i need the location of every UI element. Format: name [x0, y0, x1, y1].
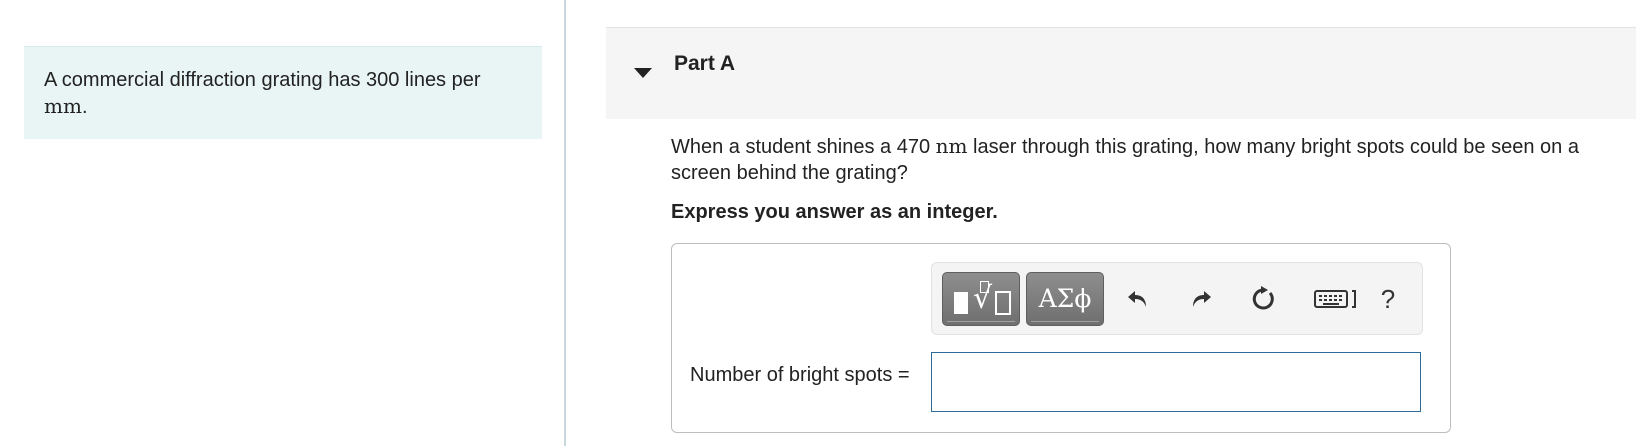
part-a-header[interactable]: Part A	[606, 27, 1636, 119]
greek-symbols-label: ΑΣϕ	[1038, 284, 1092, 313]
intro-period: .	[81, 96, 88, 118]
question-unit: nm	[935, 134, 968, 158]
reset-icon[interactable]	[1243, 277, 1283, 321]
answer-instruction: Express you answer as an integer.	[671, 201, 998, 223]
greek-symbols-button[interactable]: ΑΣϕ	[1026, 272, 1104, 326]
panel-divider	[564, 0, 566, 446]
keyboard-icon[interactable]	[1309, 277, 1365, 321]
redo-icon[interactable]	[1181, 277, 1221, 321]
problem-intro-box: A commercial diffraction grating has 300…	[24, 46, 542, 139]
question-text: When a student shines a 470 nm laser thr…	[671, 133, 1631, 186]
answer-box: √ ΑΣϕ ? Number of bright spots =	[671, 243, 1451, 433]
help-button[interactable]: ?	[1368, 277, 1408, 321]
intro-text: A commercial diffraction grating has 300…	[44, 69, 481, 91]
collapse-triangle-icon[interactable]	[628, 62, 656, 86]
part-title: Part A	[674, 52, 736, 75]
problem-intro-panel: A commercial diffraction grating has 300…	[0, 0, 564, 446]
page-root: A commercial diffraction grating has 300…	[0, 0, 1636, 446]
math-toolbar: √ ΑΣϕ ?	[931, 262, 1423, 335]
templates-sqrt-icon[interactable]: √	[942, 272, 1020, 326]
answer-label: Number of bright spots =	[690, 364, 910, 386]
undo-icon[interactable]	[1118, 277, 1158, 321]
question-before: When a student shines a 470	[671, 136, 936, 158]
answer-input[interactable]	[931, 352, 1421, 412]
intro-unit: mm	[44, 94, 82, 118]
